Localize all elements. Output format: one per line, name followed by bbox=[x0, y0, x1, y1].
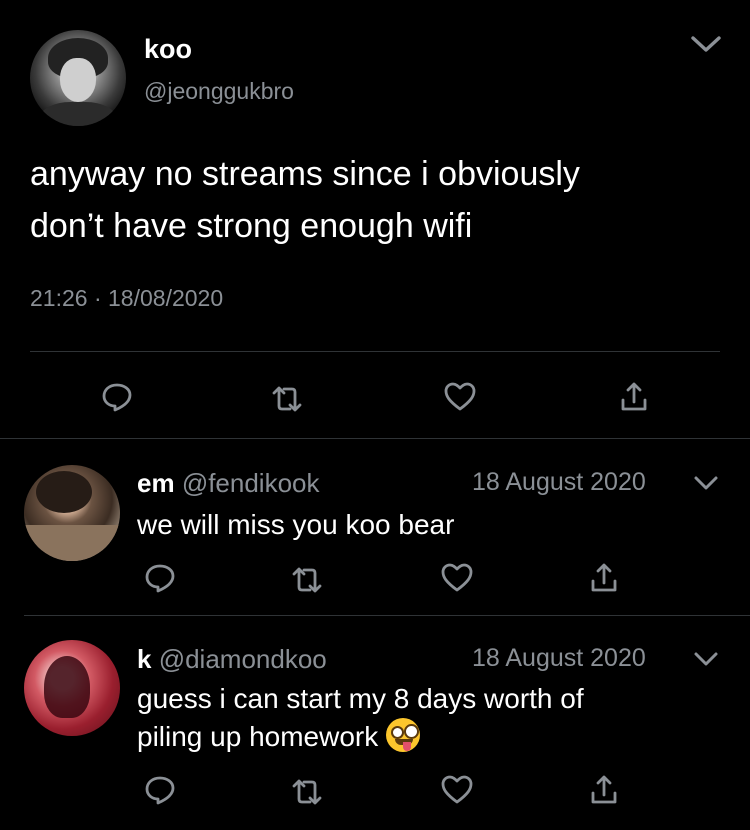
like-icon[interactable] bbox=[440, 773, 474, 807]
separator: · bbox=[93, 285, 102, 311]
display-name[interactable]: em bbox=[137, 468, 175, 498]
retweet-icon[interactable] bbox=[290, 775, 324, 809]
avatar-hair bbox=[36, 471, 92, 513]
avatar[interactable] bbox=[24, 640, 120, 736]
tweet-text: anyway no streams since i obviously don’… bbox=[30, 148, 730, 252]
reply-text-line-content: piling up homework bbox=[137, 721, 379, 752]
display-name[interactable]: koo bbox=[144, 34, 192, 65]
user-handle[interactable]: @fendikook bbox=[182, 468, 320, 498]
avatar-shirt bbox=[24, 525, 120, 561]
share-icon[interactable] bbox=[617, 380, 651, 414]
reply-header: k @diamondkoo bbox=[137, 644, 327, 675]
avatar[interactable] bbox=[24, 465, 120, 561]
share-icon[interactable] bbox=[587, 561, 621, 595]
reply-date[interactable]: 18 August 2020 bbox=[472, 644, 646, 673]
tweet-timestamp[interactable]: 21:26 · 18/08/2020 bbox=[30, 285, 223, 312]
reply-icon[interactable] bbox=[100, 380, 134, 414]
reply-text-line: guess i can start my 8 days worth of bbox=[137, 683, 584, 714]
reply-text: guess i can start my 8 days worth of pil… bbox=[137, 680, 584, 756]
divider bbox=[24, 615, 750, 616]
avatar[interactable] bbox=[30, 30, 126, 126]
retweet-icon[interactable] bbox=[290, 563, 324, 597]
chevron-down-icon[interactable] bbox=[693, 650, 719, 668]
reply-icon[interactable] bbox=[143, 773, 177, 807]
tweet-time: 21:26 bbox=[30, 285, 88, 311]
tweet-date: 18/08/2020 bbox=[108, 285, 224, 311]
reply-icon[interactable] bbox=[143, 561, 177, 595]
display-name[interactable]: k bbox=[137, 644, 151, 674]
avatar-face bbox=[60, 58, 96, 102]
share-icon[interactable] bbox=[587, 773, 621, 807]
avatar-silhouette bbox=[44, 656, 90, 718]
like-icon[interactable] bbox=[443, 380, 477, 414]
reply-text: we will miss you koo bear bbox=[137, 509, 455, 540]
chevron-down-icon[interactable] bbox=[690, 33, 722, 55]
tweet-text-line: don’t have strong enough wifi bbox=[30, 207, 473, 245]
reply-header: em @fendikook bbox=[137, 468, 320, 499]
chevron-down-icon[interactable] bbox=[693, 474, 719, 492]
retweet-icon[interactable] bbox=[270, 382, 304, 416]
tweet-text-line: anyway no streams since i obviously bbox=[30, 155, 580, 193]
reply-date[interactable]: 18 August 2020 bbox=[472, 468, 646, 497]
avatar-body bbox=[40, 102, 116, 126]
user-handle[interactable]: @jeonggukbro bbox=[144, 78, 294, 105]
divider bbox=[0, 438, 750, 439]
divider bbox=[30, 351, 720, 352]
zany-face-emoji bbox=[386, 718, 421, 752]
like-icon[interactable] bbox=[440, 561, 474, 595]
user-handle[interactable]: @diamondkoo bbox=[159, 644, 327, 674]
reply-text-line: piling up homework bbox=[137, 718, 584, 756]
